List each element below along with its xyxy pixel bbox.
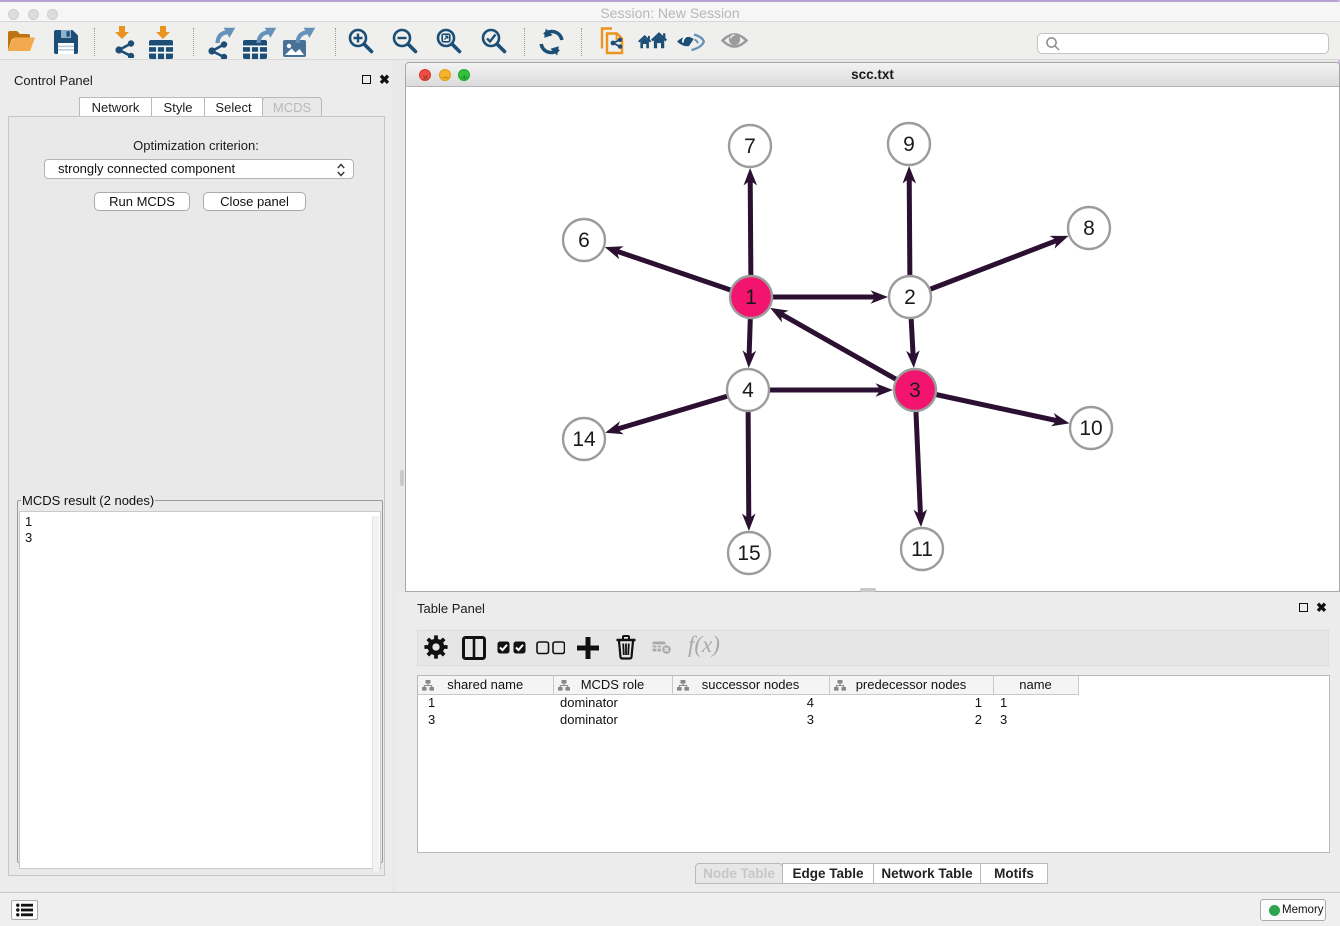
svg-text:11: 11 — [911, 538, 933, 561]
svg-text:3: 3 — [909, 379, 921, 402]
svg-text:9: 9 — [903, 133, 915, 156]
svg-text:2: 2 — [904, 286, 916, 309]
svg-text:6: 6 — [578, 229, 590, 252]
svg-text:14: 14 — [572, 428, 596, 451]
svg-text:4: 4 — [742, 379, 754, 402]
svg-text:10: 10 — [1079, 417, 1102, 440]
svg-text:8: 8 — [1083, 217, 1095, 240]
svg-text:1: 1 — [745, 286, 757, 309]
svg-text:15: 15 — [737, 542, 760, 565]
svg-text:7: 7 — [744, 135, 756, 158]
